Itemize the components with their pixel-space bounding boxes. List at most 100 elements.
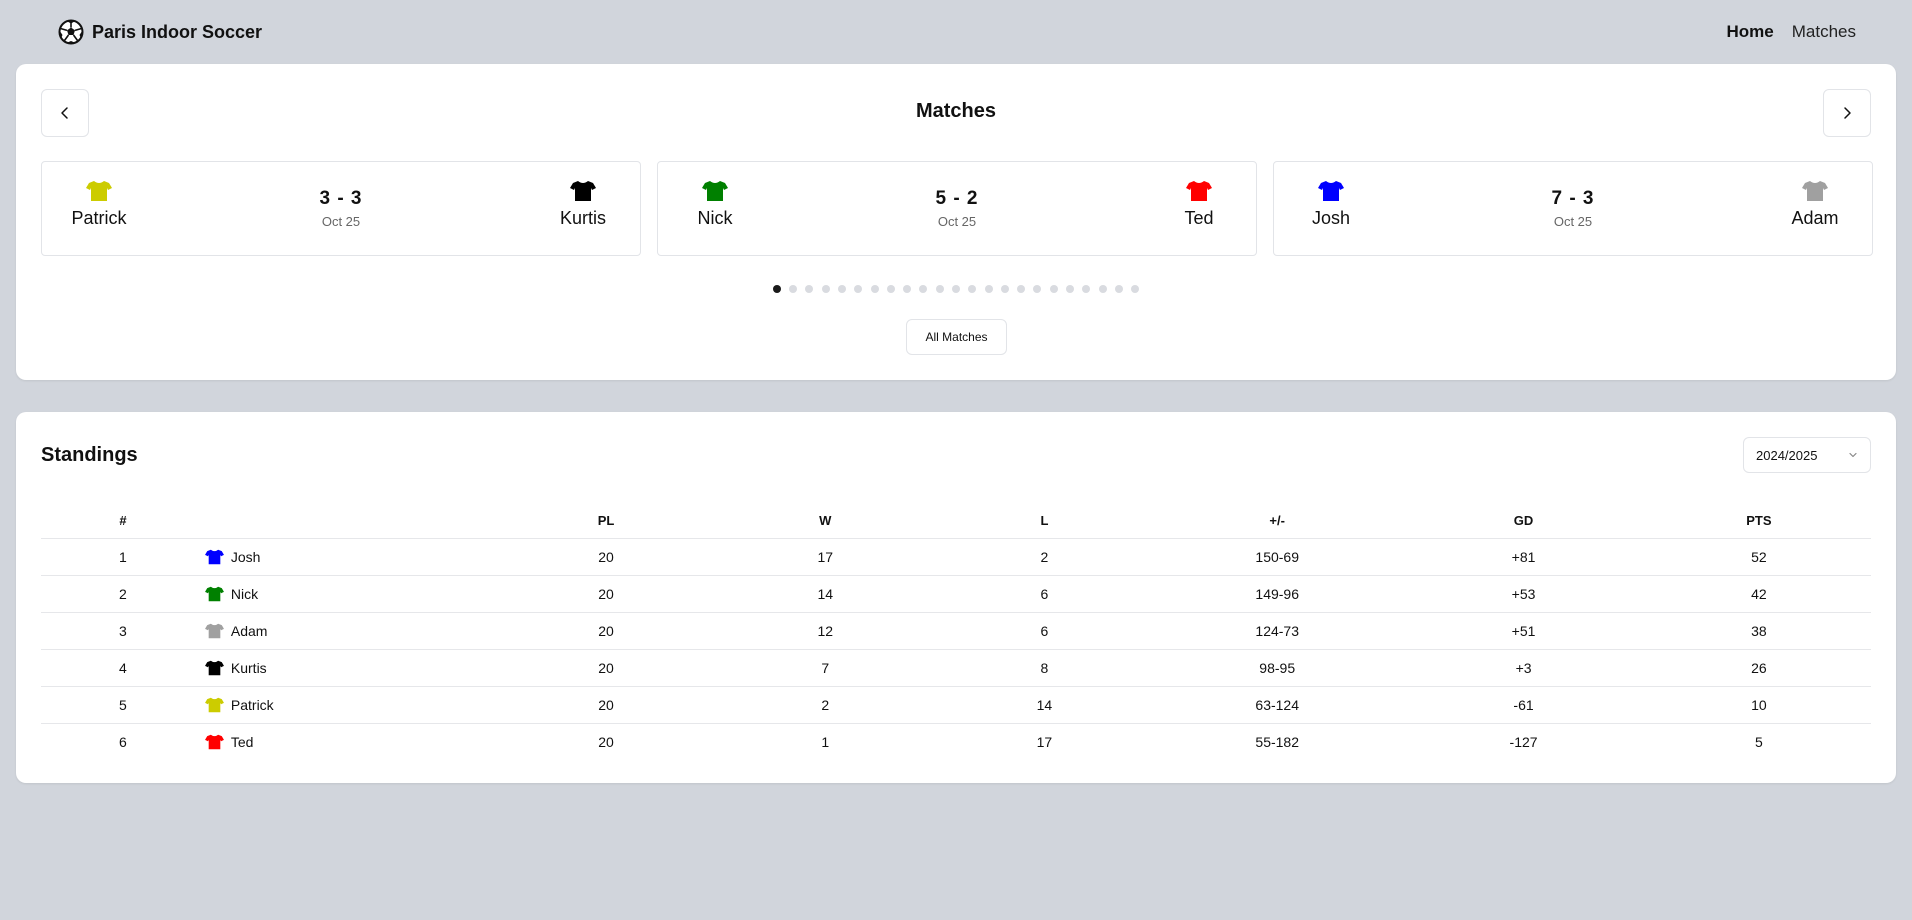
carousel-dot[interactable] xyxy=(870,285,879,293)
rank-cell: 3 xyxy=(41,612,205,650)
player-cell: Josh xyxy=(204,538,497,576)
jersey-icon xyxy=(204,697,224,712)
brand[interactable]: Paris Indoor Soccer xyxy=(58,19,262,45)
points-cell: 26 xyxy=(1646,649,1871,687)
col-losses: L xyxy=(934,504,1155,539)
player-name: Patrick xyxy=(230,696,274,713)
rank-cell: 5 xyxy=(41,686,205,724)
top-bar: Paris Indoor Soccer Home Matches xyxy=(0,0,1912,64)
nav-home-link[interactable]: Home xyxy=(1727,22,1774,42)
col-points: PTS xyxy=(1646,504,1871,539)
player-cell: Patrick xyxy=(204,686,497,724)
col-player xyxy=(204,504,497,539)
carousel-dot[interactable] xyxy=(886,285,895,293)
points-cell: 5 xyxy=(1754,733,1763,750)
carousel-dot[interactable] xyxy=(1114,285,1123,293)
carousel-dot[interactable] xyxy=(919,285,928,293)
player-name: Nick xyxy=(230,585,259,602)
carousel-dot[interactable] xyxy=(903,285,912,293)
away-team: Kurtis xyxy=(551,180,615,229)
wins-cell: 17 xyxy=(715,538,935,576)
player-name: Adam xyxy=(230,622,268,639)
played-cell: 20 xyxy=(496,612,716,650)
goals-cell: 55-182 xyxy=(1255,733,1299,750)
player-cell: Kurtis xyxy=(204,649,497,687)
goal-difference-cell: +51 xyxy=(1400,612,1647,650)
player-info: Kurtis xyxy=(204,659,497,676)
jersey-icon xyxy=(204,734,224,750)
rank-cell: 4 xyxy=(41,649,205,687)
goals-cell: 98-95 xyxy=(1154,649,1401,687)
player-cell: Ted xyxy=(204,723,497,760)
played-cell: 20 xyxy=(496,649,716,687)
col-played: PL xyxy=(496,504,716,539)
player-name: Ted xyxy=(230,733,254,750)
carousel-dot[interactable] xyxy=(1131,285,1140,293)
losses-cell: 17 xyxy=(1036,733,1053,750)
carousel-dot[interactable] xyxy=(1066,285,1075,293)
matches-title: Matches xyxy=(915,100,997,122)
carousel-dot[interactable] xyxy=(772,285,781,293)
rank-cell: 1 xyxy=(41,538,205,576)
soccer-ball-icon xyxy=(58,19,84,45)
player-info: Patrick xyxy=(204,696,497,713)
played-cell: 20 xyxy=(496,538,716,576)
carousel-dot[interactable] xyxy=(984,285,993,293)
wins-cell: 1 xyxy=(821,733,830,750)
jersey-icon xyxy=(570,181,596,201)
played-cell: 20 xyxy=(496,686,716,724)
carousel-dot[interactable] xyxy=(1017,285,1026,293)
match-card[interactable]: Patrick 3 - 3 Oct 25 Kurtis xyxy=(41,161,641,256)
all-matches-button[interactable]: All Matches xyxy=(906,319,1007,355)
carousel-dots xyxy=(16,285,1896,293)
table-row[interactable]: 6 Ted 20 1 17 55-182 -127 5 xyxy=(41,723,1871,760)
carousel-dot[interactable] xyxy=(805,285,814,293)
standings-title: Standings xyxy=(41,444,138,466)
match-card[interactable]: Nick 5 - 2 Oct 25 Ted xyxy=(657,161,1257,256)
jersey-icon xyxy=(1186,181,1212,201)
nav-matches-link[interactable]: Matches xyxy=(1792,22,1856,42)
goal-difference-cell: +3 xyxy=(1400,649,1647,687)
carousel-dot[interactable] xyxy=(1049,285,1058,293)
table-row[interactable]: 3 Adam 20 12 6 124-73 +51 38 xyxy=(41,612,1871,650)
losses-cell: 8 xyxy=(934,649,1155,687)
table-row[interactable]: 4 Kurtis 20 7 8 98-95 +3 26 xyxy=(41,649,1871,687)
rank-cell: 6 xyxy=(119,733,127,750)
goal-difference-cell: -127 xyxy=(1509,733,1538,750)
carousel-dot[interactable] xyxy=(935,285,944,293)
carousel-dot[interactable] xyxy=(1082,285,1091,293)
table-row[interactable]: 2 Nick 20 14 6 149-96 +53 42 xyxy=(41,575,1871,613)
player-info: Nick xyxy=(204,585,497,602)
carousel-dot[interactable] xyxy=(854,285,863,293)
carousel-dot[interactable] xyxy=(821,285,830,293)
match-carousel: Patrick 3 - 3 Oct 25 Kurtis Nick 5 - 2 O… xyxy=(41,161,1873,256)
table-row[interactable]: 5 Patrick 20 2 14 63-124 -61 10 xyxy=(41,686,1871,724)
carousel-dot[interactable] xyxy=(1033,285,1042,293)
losses-cell: 6 xyxy=(934,575,1155,613)
carousel-dot[interactable] xyxy=(837,285,846,293)
carousel-dot[interactable] xyxy=(952,285,960,293)
player-name: Kurtis xyxy=(230,659,267,676)
season-select[interactable]: 2024/2025 xyxy=(1743,437,1871,473)
brand-name: Paris Indoor Soccer xyxy=(92,21,263,42)
goals-cell: 149-96 xyxy=(1154,575,1401,613)
wins-cell: 7 xyxy=(715,649,935,687)
match-card[interactable]: Josh 7 - 3 Oct 25 Adam xyxy=(1273,161,1873,256)
table-row[interactable]: 1 Josh 20 17 2 150-69 +81 52 xyxy=(41,538,1871,576)
goals-cell: 150-69 xyxy=(1154,538,1401,576)
col-goals: +/- xyxy=(1154,504,1401,539)
next-match-button[interactable] xyxy=(1823,89,1871,137)
carousel-dot[interactable] xyxy=(789,285,798,293)
carousel-dot[interactable] xyxy=(968,285,977,293)
goal-difference-cell: +53 xyxy=(1400,575,1647,613)
standings-card: Standings 2024/2025 # PL W L +/- GD PTS … xyxy=(16,412,1896,783)
wins-cell: 2 xyxy=(715,686,935,724)
points-cell: 42 xyxy=(1646,575,1871,613)
losses-cell: 14 xyxy=(934,686,1155,724)
col-wins: W xyxy=(715,504,935,539)
carousel-dot[interactable] xyxy=(1000,285,1009,293)
jersey-icon xyxy=(204,660,224,675)
player-info: Adam xyxy=(204,622,497,639)
player-name: Josh xyxy=(230,548,261,565)
carousel-dot[interactable] xyxy=(1098,285,1107,293)
